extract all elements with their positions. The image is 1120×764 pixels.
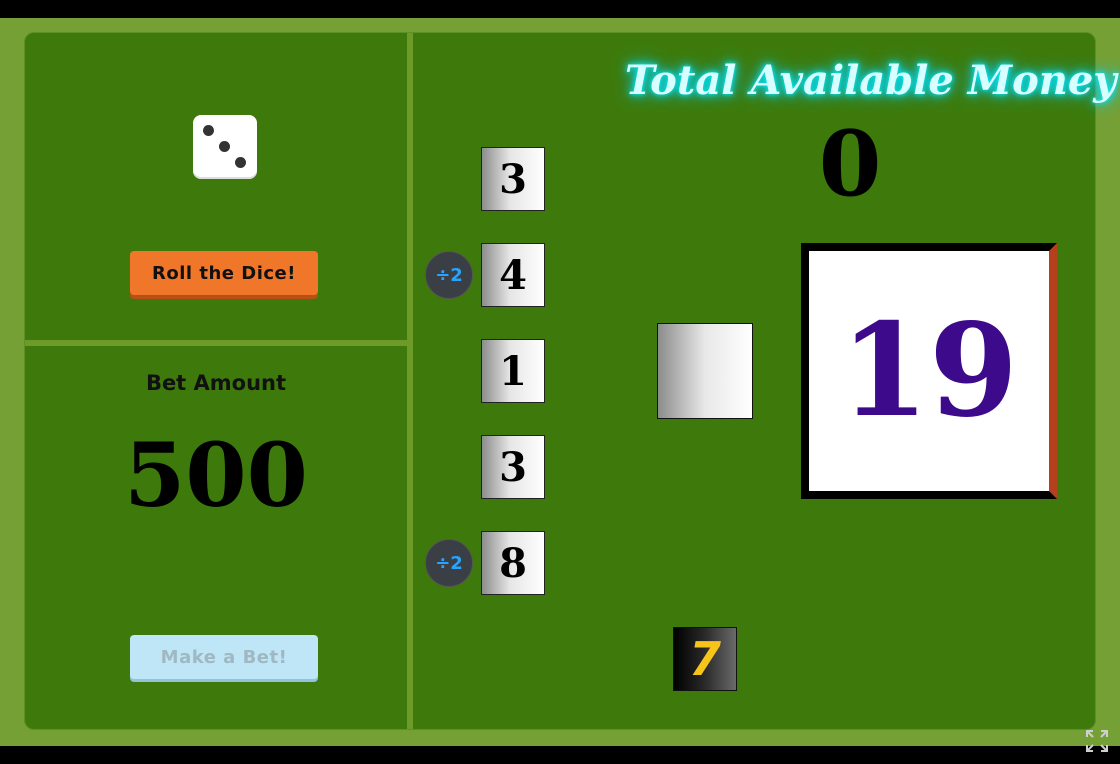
divide-by-two-badge: ÷2 bbox=[425, 251, 473, 299]
target-score-box: 19 bbox=[801, 243, 1057, 499]
die-pip bbox=[219, 141, 230, 152]
vertical-divider bbox=[407, 33, 413, 729]
divide-by-two-badge: ÷2 bbox=[425, 539, 473, 587]
horizontal-divider bbox=[25, 340, 407, 346]
lucky-seven-tile[interactable]: 7 bbox=[673, 627, 737, 691]
number-tile[interactable]: 3 bbox=[481, 435, 545, 499]
die-face-three bbox=[193, 115, 257, 179]
number-tile[interactable]: 3 bbox=[481, 147, 545, 211]
number-tile[interactable]: 8 bbox=[481, 531, 545, 595]
die-pip bbox=[235, 157, 246, 168]
number-tile[interactable]: 1 bbox=[481, 339, 545, 403]
bet-amount-label: Bet Amount bbox=[145, 371, 287, 395]
total-money-title: Total Available Money bbox=[625, 57, 1117, 104]
total-money-value: 0 bbox=[818, 111, 882, 217]
bet-amount-value: 500 bbox=[124, 423, 308, 527]
game-board: Roll the Dice! Bet Amount 500 Make a Bet… bbox=[24, 32, 1117, 730]
number-tile[interactable]: 4 bbox=[481, 243, 545, 307]
fullscreen-icon-glyph bbox=[1086, 730, 1108, 752]
game-frame: Roll the Dice! Bet Amount 500 Make a Bet… bbox=[0, 18, 1120, 746]
fullscreen-icon[interactable] bbox=[1082, 726, 1112, 756]
die-pip bbox=[203, 125, 214, 136]
blank-card bbox=[657, 323, 753, 419]
make-bet-button[interactable]: Make a Bet! bbox=[130, 635, 318, 679]
roll-dice-button[interactable]: Roll the Dice! bbox=[130, 251, 318, 295]
